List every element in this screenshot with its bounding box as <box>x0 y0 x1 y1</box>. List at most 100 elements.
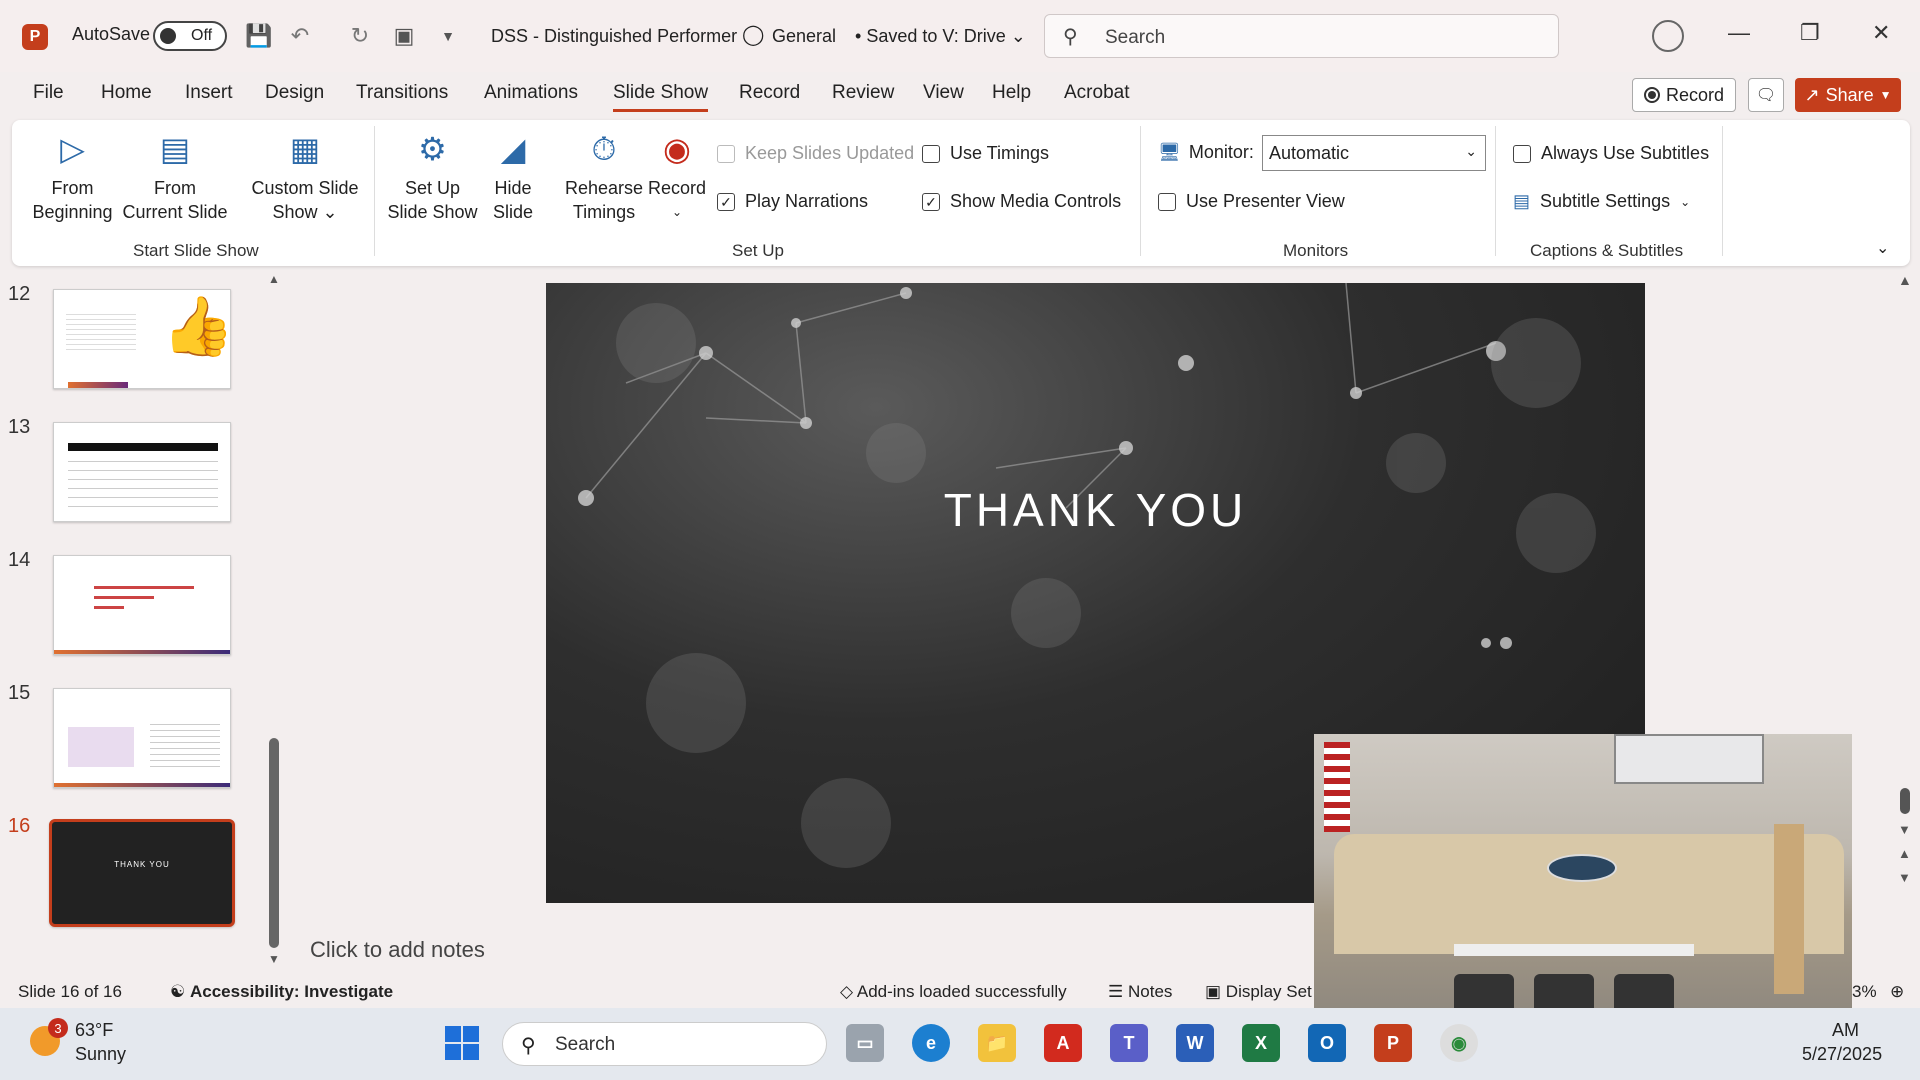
custom-show-button[interactable]: ▦ Custom Slide Show ⌄ <box>247 128 363 224</box>
divider <box>1495 126 1496 256</box>
video-screen-image <box>1614 734 1764 784</box>
document-title[interactable]: DSS - Distinguished Performer <box>491 26 737 47</box>
weather-condition[interactable]: Sunny <box>75 1044 126 1065</box>
rehearse-timings-button[interactable]: ⏱ Rehearse Timings <box>560 128 648 224</box>
dais-image <box>1334 834 1844 954</box>
keep-slides-updated-checkbox[interactable]: Keep Slides Updated <box>717 143 914 164</box>
tab-insert[interactable]: Insert <box>185 82 233 104</box>
slide-thumbnail[interactable] <box>53 555 231 655</box>
from-beginning-line2: Beginning <box>32 202 113 222</box>
table-image <box>1454 944 1694 956</box>
notes-toggle[interactable]: ☰ Notes <box>1108 982 1172 1002</box>
scrollbar-thumb[interactable] <box>269 738 279 948</box>
display-icon: ▣ <box>1205 982 1222 1001</box>
scroll-up-icon[interactable]: ▲ <box>1898 272 1912 288</box>
slide-thumbnail[interactable] <box>53 422 231 522</box>
excel-icon[interactable]: X <box>1242 1024 1280 1062</box>
thumbnail-bar <box>94 586 194 589</box>
from-beginning-button[interactable]: ▷ From Beginning <box>30 128 115 224</box>
powerpoint-taskbar-icon[interactable]: P <box>1374 1024 1412 1062</box>
record-slide-icon: ◉ <box>663 131 691 167</box>
zoom-level[interactable]: 3% <box>1852 982 1877 1002</box>
display-settings[interactable]: ▣ Display Set <box>1205 982 1312 1002</box>
from-current-button[interactable]: ▤ From Current Slide <box>120 128 230 224</box>
tab-animations[interactable]: Animations <box>484 82 578 104</box>
edge-icon[interactable]: e <box>912 1024 950 1062</box>
hide-slide-button[interactable]: ◢ Hide Slide <box>488 128 538 224</box>
autosave-toggle[interactable]: Off <box>153 21 227 51</box>
monitors-group-label: Monitors <box>1283 241 1349 260</box>
taskbar <box>0 1008 1920 1080</box>
windows-start-icon[interactable] <box>445 1026 479 1060</box>
record-button[interactable]: Record <box>1632 78 1736 112</box>
record-slideshow-button[interactable]: ◉ Record ⌄ <box>648 128 706 224</box>
tab-help[interactable]: Help <box>992 82 1031 104</box>
chevron-down-icon: ⌄ <box>671 205 683 219</box>
search-input[interactable]: ⚲ Search <box>1044 14 1559 58</box>
next-slide-icon[interactable]: ▼ <box>1898 870 1911 885</box>
taskbar-search[interactable]: ⚲ Search <box>502 1022 827 1066</box>
tab-acrobat[interactable]: Acrobat <box>1064 82 1129 104</box>
file-explorer-icon[interactable]: 📁 <box>978 1024 1016 1062</box>
from-current-line2: Current Slide <box>122 202 228 222</box>
subtitle-settings-button[interactable]: ▤ Subtitle Settings ⌄ <box>1513 191 1690 212</box>
show-media-controls-checkbox[interactable]: ✓ Show Media Controls <box>922 191 1121 212</box>
redo-icon[interactable]: ↻ <box>346 22 374 50</box>
present-icon[interactable]: ▣ <box>390 22 418 50</box>
word-icon[interactable]: W <box>1176 1024 1214 1062</box>
save-icon[interactable]: 💾 <box>245 22 273 50</box>
comments-button[interactable]: 🗨 <box>1748 78 1784 112</box>
notes-pane[interactable]: Click to add notes <box>310 937 485 963</box>
tab-review[interactable]: Review <box>832 82 894 104</box>
undo-icon[interactable]: ↶ <box>286 22 314 50</box>
addins-status[interactable]: ◇ Add-ins loaded successfully <box>840 982 1067 1002</box>
acrobat-icon[interactable]: A <box>1044 1024 1082 1062</box>
outlook-icon[interactable]: O <box>1308 1024 1346 1062</box>
close-icon[interactable]: ✕ <box>1872 20 1890 46</box>
use-timings-checkbox[interactable]: Use Timings <box>922 143 1049 164</box>
collapse-ribbon-icon[interactable]: ⌄ <box>1876 238 1889 258</box>
save-status[interactable]: • Saved to V: Drive ⌄ <box>855 26 1026 47</box>
presenter-view-checkbox[interactable]: Use Presenter View <box>1158 191 1345 212</box>
setup-show-button[interactable]: ⚙ Set Up Slide Show <box>385 128 480 224</box>
scroll-up-icon[interactable]: ▲ <box>268 272 280 286</box>
scroll-down-icon[interactable]: ▼ <box>268 952 280 966</box>
monitor-select[interactable]: Automatic ⌄ <box>1262 135 1486 171</box>
slide-count[interactable]: Slide 16 of 16 <box>18 982 122 1002</box>
always-subtitles-checkbox[interactable]: Always Use Subtitles <box>1513 143 1709 164</box>
slide-thumbnail-selected[interactable]: THANK YOU <box>49 819 235 927</box>
previous-slide-icon[interactable]: ▲ <box>1898 846 1911 861</box>
tab-record[interactable]: Record <box>739 82 800 104</box>
chevron-down-icon: ⌄ <box>1680 194 1691 209</box>
clock-date[interactable]: 5/27/2025 <box>1802 1044 1882 1065</box>
tab-file[interactable]: File <box>33 82 64 104</box>
restore-icon[interactable]: ❐ <box>1800 20 1820 46</box>
main-scrollbar-thumb[interactable] <box>1900 788 1910 814</box>
tab-view[interactable]: View <box>923 82 964 104</box>
chrome-icon[interactable]: ◉ <box>1440 1024 1478 1062</box>
customize-qat-icon[interactable]: ▼ <box>434 22 462 50</box>
thumbnail-scrollbar[interactable]: ▲ ▼ <box>266 272 282 972</box>
avatar[interactable] <box>1652 20 1684 52</box>
play-narrations-checkbox[interactable]: ✓ Play Narrations <box>717 191 868 212</box>
scroll-down-icon[interactable]: ▼ <box>1898 822 1911 837</box>
tab-design[interactable]: Design <box>265 82 324 104</box>
checkmark-icon: ✓ <box>717 192 735 211</box>
thumbnail-bar <box>94 606 124 609</box>
share-button[interactable]: ↗ Share ▼ <box>1795 78 1901 112</box>
sensitivity-label[interactable]: General <box>772 26 836 47</box>
task-view-icon[interactable]: ▭ <box>846 1024 884 1062</box>
checkbox-box <box>717 144 735 163</box>
setup-show-icon: ⚙ <box>418 131 447 167</box>
tab-slide-show[interactable]: Slide Show <box>613 82 709 112</box>
slide-thumbnail[interactable]: 👍 <box>53 289 231 389</box>
minimize-icon[interactable]: — <box>1728 20 1750 46</box>
weather-temp[interactable]: 63°F <box>75 1020 113 1041</box>
slide-thumbnail[interactable] <box>53 688 231 788</box>
tab-transitions[interactable]: Transitions <box>356 82 448 104</box>
fit-to-window-icon[interactable]: ⊕ <box>1890 982 1904 1002</box>
clock-time[interactable]: AM <box>1832 1020 1859 1041</box>
tab-home[interactable]: Home <box>101 82 152 104</box>
teams-icon[interactable]: T <box>1110 1024 1148 1062</box>
accessibility-status[interactable]: ☯ Accessibility: Investigate <box>170 982 393 1002</box>
